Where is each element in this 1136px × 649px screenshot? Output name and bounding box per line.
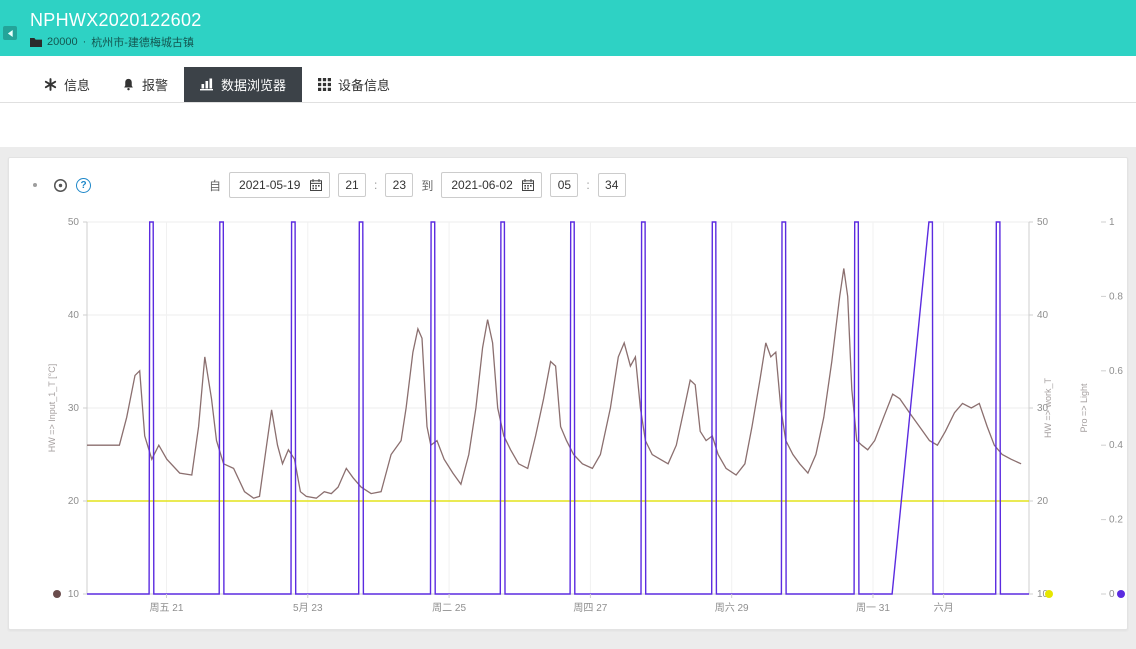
bar-chart-icon: [200, 78, 214, 91]
tab-label: 设备信息: [338, 78, 391, 93]
svg-text:周六 29: 周六 29: [715, 602, 749, 614]
svg-text:周四 27: 周四 27: [573, 602, 607, 614]
chart-area: 10 20 30 40 50 10 20 30 40 50 0 0.2 0.4 0.6 0.8 1 周五 21 5…: [9, 212, 1127, 621]
tab-info[interactable]: 信息: [28, 67, 106, 102]
tab-label: 信息: [64, 78, 91, 93]
svg-text:周一 31: 周一 31: [856, 602, 890, 614]
timewindow-icon[interactable]: [53, 178, 68, 193]
grid-icon: [318, 78, 332, 91]
svg-text:30: 30: [68, 403, 80, 414]
page-title: NPHWX2020122602: [30, 10, 202, 30]
tab-data-browser[interactable]: 数据浏览器: [184, 67, 303, 102]
svg-text:50: 50: [1037, 217, 1049, 228]
svg-text:六月: 六月: [934, 602, 954, 614]
legend-dot: [53, 590, 61, 598]
svg-text:40: 40: [1037, 310, 1049, 321]
to-label: 到: [421, 178, 434, 193]
svg-text:0: 0: [1109, 589, 1115, 600]
svg-text:10: 10: [68, 589, 80, 600]
tab-label: 数据浏览器: [221, 78, 287, 93]
tab-device-info[interactable]: 设备信息: [302, 67, 406, 102]
legend-dot: [1117, 590, 1125, 598]
breadcrumb-code[interactable]: 20000: [47, 36, 78, 48]
time-range-form: 自 : 到 :: [209, 172, 626, 198]
series-left: [87, 268, 1022, 499]
content-area: ? 自 : 到: [0, 147, 1136, 630]
timeseries-chart[interactable]: 1020304050102030405000.20.40.60.81周五 21 5…: [9, 212, 1128, 616]
time-colon: :: [374, 178, 378, 192]
to-minute-input[interactable]: [597, 173, 626, 197]
svg-text:0.4: 0.4: [1109, 440, 1123, 451]
calendar-icon[interactable]: [310, 179, 323, 191]
from-minute-input[interactable]: [385, 173, 414, 197]
folder-icon: [30, 37, 42, 47]
sub-bar: [0, 103, 1136, 147]
svg-text:1: 1: [1109, 217, 1115, 228]
app-header: NPHWX2020122602 20000 · 杭州市-建德梅城古镇: [0, 0, 1136, 56]
time-colon: :: [586, 178, 590, 192]
to-hour-input[interactable]: [550, 173, 579, 197]
from-hour-input[interactable]: [338, 173, 367, 197]
calendar-icon[interactable]: [522, 179, 535, 191]
svg-text:周五 21: 周五 21: [150, 602, 184, 614]
svg-text:周二 25: 周二 25: [432, 602, 466, 614]
svg-text:20: 20: [68, 496, 80, 507]
svg-text:0.8: 0.8: [1109, 291, 1123, 302]
from-date-input[interactable]: [229, 172, 331, 198]
back-button[interactable]: [3, 26, 17, 40]
from-label: 自: [209, 178, 222, 193]
svg-text:HW => work_T: HW => work_T: [1043, 377, 1053, 438]
chart-panel: ? 自 : 到: [8, 157, 1128, 630]
help-icon[interactable]: ?: [76, 177, 91, 193]
svg-text:0.2: 0.2: [1109, 515, 1123, 526]
tab-alarm[interactable]: 报警: [106, 67, 184, 102]
breadcrumb-separator: ·: [82, 36, 87, 48]
tab-bar: 信息 报警 数据浏览器 设备信息: [0, 56, 1136, 103]
tab-label: 报警: [142, 78, 169, 93]
svg-text:50: 50: [68, 217, 80, 228]
svg-text:Pro => Light: Pro => Light: [1079, 383, 1089, 433]
asterisk-icon: [44, 78, 57, 91]
back-arrow-icon: [7, 29, 14, 37]
svg-text:0.6: 0.6: [1109, 366, 1123, 377]
bell-icon: [122, 78, 135, 91]
to-date-input[interactable]: [441, 172, 543, 198]
breadcrumb: 20000 · 杭州市-建德梅城古镇: [30, 34, 1136, 50]
svg-text:5月 23: 5月 23: [293, 602, 323, 614]
breadcrumb-location: 杭州市-建德梅城古镇: [91, 37, 194, 49]
legend-dot: [1045, 590, 1053, 598]
bullet-icon: [33, 183, 37, 187]
chart-toolbar: ? 自 : 到: [9, 158, 1127, 212]
svg-text:20: 20: [1037, 496, 1049, 507]
svg-text:40: 40: [68, 310, 80, 321]
svg-text:HW => Input_1_T [°C]: HW => Input_1_T [°C]: [47, 364, 57, 452]
